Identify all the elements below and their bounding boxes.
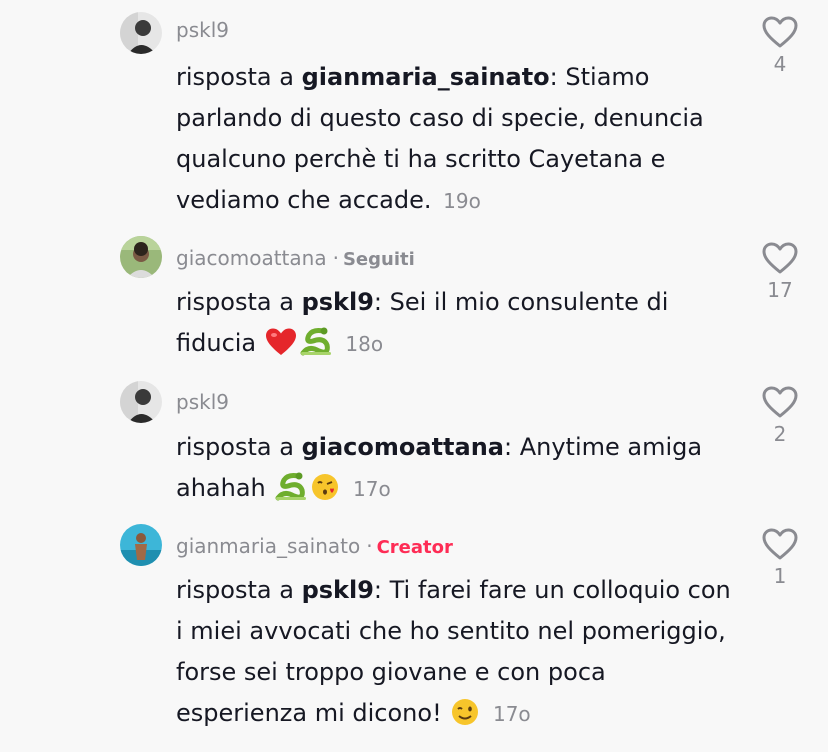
- separator-dot: ·: [366, 534, 373, 558]
- heart-outline-icon: [762, 16, 798, 48]
- reply-target[interactable]: gianmaria_sainato: [302, 63, 550, 91]
- reply-target[interactable]: pskl9: [302, 576, 374, 604]
- reply-prefix: risposta a: [176, 433, 294, 461]
- heart-outline-icon: [762, 528, 798, 560]
- separator-dot: ·: [332, 246, 339, 270]
- username-row: pskl9: [176, 390, 229, 414]
- reply-prefix: risposta a: [176, 576, 294, 604]
- like-count: 4: [773, 52, 787, 76]
- wink-emoji: [450, 697, 480, 740]
- comment-body: risposta a gianmaria_sainato: Stiamo par…: [176, 57, 736, 222]
- timestamp: 17o: [353, 477, 391, 501]
- username-row: giacomoattana · Seguiti: [176, 246, 415, 270]
- avatar[interactable]: [120, 524, 162, 566]
- comment-body: risposta a giacomoattana: Anytime amiga …: [176, 427, 736, 515]
- snake-emoji: [299, 327, 333, 370]
- timestamp: 18o: [345, 332, 384, 356]
- avatar[interactable]: [120, 381, 162, 423]
- heart-outline-icon: [762, 386, 798, 418]
- comment-body: risposta a pskl9: Sei il mio consulente …: [176, 282, 736, 370]
- timestamp: 17o: [492, 702, 531, 726]
- snake-emoji: [274, 472, 308, 515]
- username[interactable]: pskl9: [176, 390, 229, 414]
- like-button[interactable]: 17: [758, 242, 802, 302]
- username[interactable]: gianmaria_sainato: [176, 534, 360, 558]
- red-heart-emoji: [265, 327, 297, 370]
- like-button[interactable]: 4: [758, 16, 802, 76]
- avatar[interactable]: [120, 236, 162, 278]
- reply-prefix: risposta a: [176, 288, 294, 316]
- avatar[interactable]: [120, 12, 162, 54]
- comment-body: risposta a pskl9: Ti farei fare un collo…: [176, 570, 736, 740]
- like-button[interactable]: 1: [758, 528, 802, 588]
- timestamp: 19o: [443, 189, 481, 213]
- followed-badge: Seguiti: [342, 249, 415, 270]
- kiss-emoji: [310, 472, 340, 515]
- username-row: pskl9: [176, 18, 229, 42]
- reply-target[interactable]: pskl9: [302, 288, 374, 316]
- like-count: 2: [773, 422, 787, 446]
- like-count: 17: [767, 278, 793, 302]
- username[interactable]: pskl9: [176, 18, 229, 42]
- heart-outline-icon: [762, 242, 798, 274]
- like-count: 1: [773, 564, 787, 588]
- like-button[interactable]: 2: [758, 386, 802, 446]
- reply-prefix: risposta a: [176, 63, 294, 91]
- creator-badge: Creator: [376, 537, 453, 558]
- username[interactable]: giacomoattana: [176, 246, 327, 270]
- reply-target[interactable]: giacomoattana: [302, 433, 504, 461]
- username-row: gianmaria_sainato · Creator: [176, 534, 453, 558]
